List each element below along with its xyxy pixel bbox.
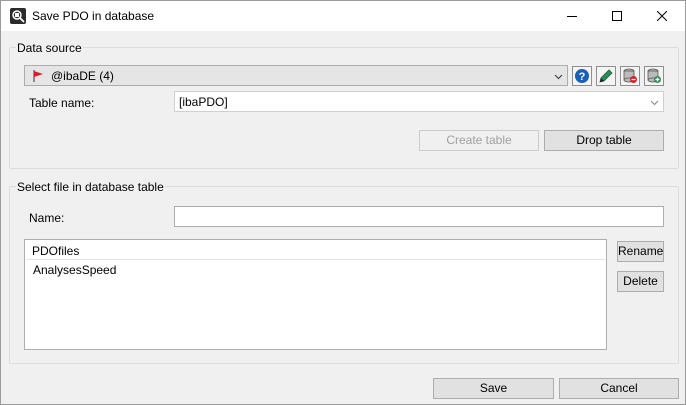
database-source-icon xyxy=(31,69,45,86)
select-file-group-label: Select file in database table xyxy=(16,180,165,194)
name-input[interactable] xyxy=(174,206,664,227)
table-name-combo[interactable]: [ibaPDO] xyxy=(174,91,664,112)
table-name-label: Table name: xyxy=(29,96,95,110)
help-button[interactable]: ? xyxy=(572,66,592,86)
name-label: Name: xyxy=(29,211,65,225)
svg-text:?: ? xyxy=(579,71,586,83)
database-remove-icon xyxy=(623,68,637,83)
close-button[interactable] xyxy=(639,1,685,31)
pdo-files-list[interactable]: PDOfiles AnalysesSpeed xyxy=(24,239,607,350)
chevron-down-icon xyxy=(650,96,659,110)
data-source-combo[interactable]: @ibaDE (4) xyxy=(24,65,568,86)
help-icon: ? xyxy=(575,69,589,83)
chevron-down-icon xyxy=(554,70,563,84)
minimize-button[interactable] xyxy=(549,1,595,31)
maximize-icon xyxy=(612,11,622,21)
list-header: PDOfiles xyxy=(26,241,605,260)
add-database-button[interactable] xyxy=(644,66,664,86)
edit-connection-button[interactable] xyxy=(596,66,616,86)
rename-button[interactable]: Rename xyxy=(617,241,664,262)
database-add-icon xyxy=(647,68,661,83)
app-icon xyxy=(10,8,26,24)
pencil-icon xyxy=(599,69,613,83)
create-table-button[interactable]: Create table xyxy=(419,130,539,151)
list-item[interactable]: AnalysesSpeed xyxy=(33,263,116,277)
maximize-button[interactable] xyxy=(594,1,640,31)
drop-table-button[interactable]: Drop table xyxy=(544,130,664,151)
close-icon xyxy=(657,11,667,21)
data-source-value: @ibaDE (4) xyxy=(51,69,114,83)
delete-button[interactable]: Delete xyxy=(617,271,664,292)
table-name-value: [ibaPDO] xyxy=(179,95,228,109)
save-button[interactable]: Save xyxy=(433,378,554,399)
save-pdo-dialog: Save PDO in database Data source @ibaDE … xyxy=(0,0,686,405)
remove-database-button[interactable] xyxy=(620,66,640,86)
minimize-icon xyxy=(567,16,577,17)
window-title: Save PDO in database xyxy=(32,9,155,23)
data-source-group-label: Data source xyxy=(16,41,83,55)
list-header-label: PDOfiles xyxy=(32,244,80,258)
title-bar: Save PDO in database xyxy=(1,1,685,31)
cancel-button[interactable]: Cancel xyxy=(559,378,679,399)
